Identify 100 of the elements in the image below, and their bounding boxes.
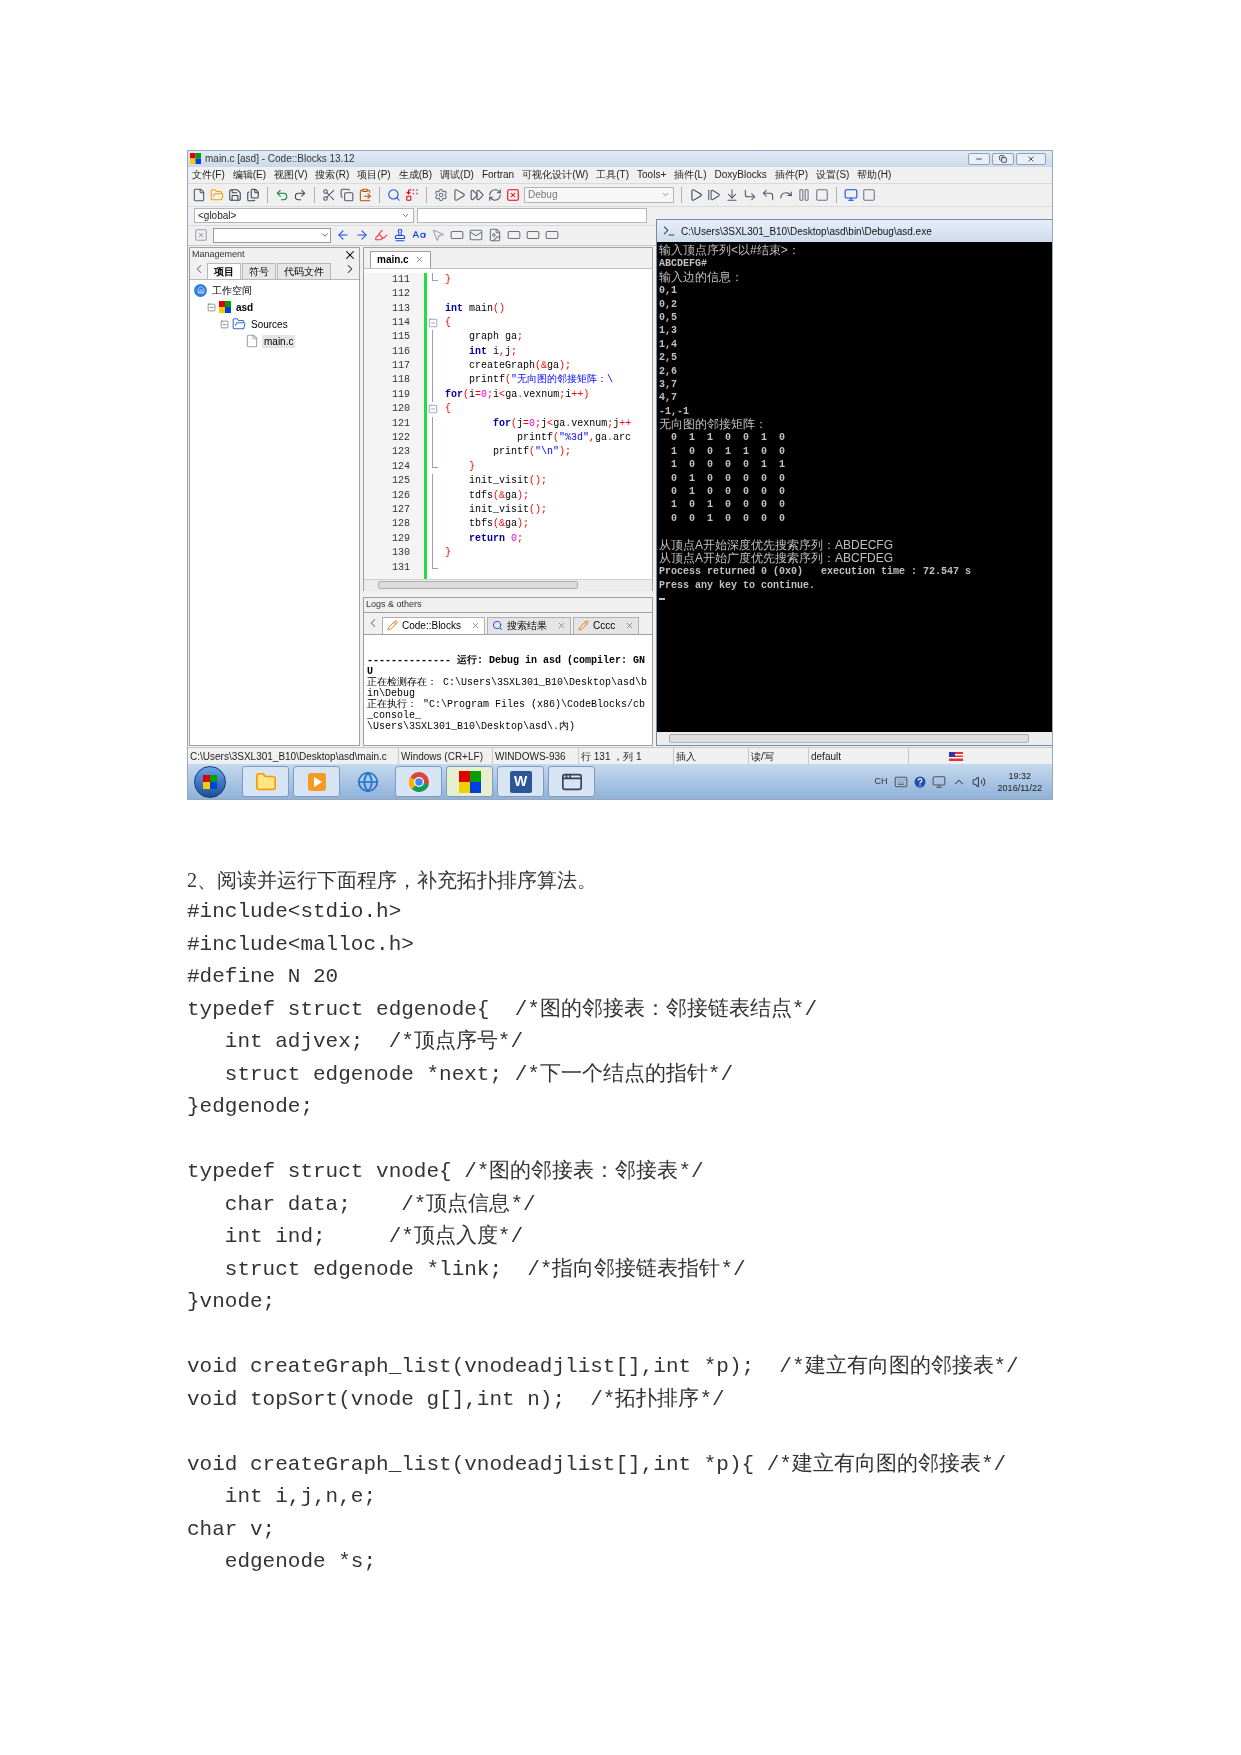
play-icon[interactable] — [689, 187, 703, 202]
log-line: \Users\3SXL301_B10\Desktop\asd\.内) — [367, 720, 577, 732]
search-field[interactable] — [213, 227, 331, 243]
panel-tab[interactable]: 代码文件 — [277, 262, 331, 279]
globe-icon[interactable] — [356, 770, 379, 793]
code-line: return 0; — [468, 531, 524, 546]
pause-icon[interactable] — [797, 187, 811, 202]
play-icon[interactable] — [452, 187, 466, 202]
menu-item[interactable]: 视图(V) — [274, 169, 308, 180]
menu-item[interactable]: 插件(P) — [774, 169, 809, 180]
code-line: tbfs(&ga); — [468, 517, 530, 532]
menu-item[interactable]: 可视化设计(W) — [522, 169, 589, 180]
code-line: int i,j,n,e; — [223, 1484, 377, 1510]
console-line: 从顶点A开始深度优先搜索序列：ABDECFG — [659, 538, 893, 552]
taskbar-app[interactable] — [548, 766, 595, 798]
console-line: 0,2 — [659, 297, 677, 311]
collapse-icon[interactable] — [220, 319, 229, 329]
help-icon[interactable] — [913, 775, 926, 788]
keyboard-icon[interactable] — [893, 774, 908, 789]
start-button[interactable] — [194, 765, 226, 798]
console-line: 3,7 — [659, 377, 677, 392]
colored-circle-icon[interactable] — [407, 770, 430, 793]
menu-item[interactable]: 调试(D) — [440, 169, 474, 180]
highlighter-icon[interactable] — [374, 228, 388, 243]
fold-marker-icon[interactable] — [428, 404, 438, 415]
collapse-icon[interactable] — [207, 302, 216, 312]
gear-icon[interactable] — [434, 187, 448, 202]
close-button[interactable] — [1016, 152, 1046, 165]
square-icon[interactable] — [862, 187, 876, 202]
menu-item[interactable]: 帮助(H) — [857, 169, 892, 180]
stamp-icon[interactable] — [393, 228, 407, 243]
panel-title: Logs & others — [366, 598, 422, 612]
menu-item[interactable]: 文件(F) — [192, 169, 225, 180]
horizontal-scrollbar[interactable] — [364, 578, 652, 591]
step-forward-icon[interactable] — [707, 187, 721, 202]
monitor-icon[interactable] — [844, 187, 858, 202]
editor-tab[interactable]: main.c — [370, 250, 431, 268]
flag-icon — [949, 751, 963, 761]
save-icon[interactable] — [228, 187, 242, 202]
tree-item[interactable]: main.c — [262, 334, 296, 348]
log-tab[interactable]: 搜索结果 — [486, 616, 571, 634]
code-line: { — [444, 402, 451, 417]
paste-icon[interactable] — [358, 187, 372, 202]
copy-icon[interactable] — [340, 187, 354, 202]
menu-item[interactable]: 工具(T) — [596, 169, 630, 180]
horizontal-scrollbar[interactable] — [657, 732, 1052, 745]
undo-icon[interactable] — [275, 187, 289, 202]
new-file-icon[interactable] — [192, 187, 206, 202]
clock-date[interactable]: 2016/11/22 — [997, 781, 1042, 794]
menu-item[interactable]: Tools+ — [637, 169, 667, 180]
restore-button[interactable] — [992, 152, 1014, 165]
code-line: void createGraph_list(vnodeadjlist[],int *p){ /*建立有向图的邻接表*/ — [187, 1451, 1007, 1478]
replace-icon[interactable] — [405, 187, 419, 202]
corner-arrow-icon[interactable] — [761, 187, 775, 202]
menu-item[interactable]: 编辑(E) — [232, 169, 267, 180]
envelope-icon[interactable] — [469, 228, 483, 243]
letter-tile-icon[interactable]: W — [509, 770, 532, 793]
menu-item[interactable]: 插件(L) — [674, 169, 707, 180]
tree-item[interactable]: 工作空间 — [210, 283, 254, 297]
menu-item[interactable]: 搜索(R) — [315, 169, 350, 180]
console-line: 输入顶点序列<以#结束>： — [659, 244, 800, 258]
taskbar-app[interactable] — [446, 766, 493, 798]
corner-arrow-icon[interactable] — [743, 187, 757, 202]
status-text: Windows (CR+LF) — [401, 749, 483, 764]
tree-item[interactable]: Sources — [249, 317, 290, 331]
stop-icon[interactable] — [815, 187, 829, 202]
fold-marker-icon[interactable] — [428, 318, 438, 329]
home-icon — [194, 283, 207, 297]
pointer-icon[interactable] — [431, 228, 445, 243]
language-indicator[interactable]: CH — [874, 774, 888, 789]
save-all-icon[interactable] — [246, 187, 260, 202]
log-tab[interactable]: Cccc — [572, 616, 640, 634]
tree-item[interactable]: asd — [234, 300, 256, 314]
clock-time[interactable]: 19:32 — [1008, 769, 1032, 782]
minimize-button[interactable] — [968, 152, 990, 165]
search-icon[interactable] — [387, 187, 401, 202]
menu-item[interactable]: DoxyBlocks — [714, 169, 767, 180]
line-number: 115 — [364, 330, 424, 345]
panel-tab[interactable]: 符号 — [242, 262, 276, 279]
network-icon[interactable] — [931, 774, 946, 789]
search-icon — [491, 620, 503, 632]
build-target-dropdown[interactable]: Debug — [524, 186, 674, 203]
menu-item[interactable]: 项目(P) — [357, 169, 391, 180]
menu-item[interactable]: Fortran — [481, 169, 515, 180]
panel-tab[interactable]: 项目 — [207, 262, 241, 279]
menu-item[interactable]: 生成(B) — [398, 169, 433, 180]
taskbar-app[interactable]: W — [497, 766, 544, 798]
fast-forward-icon[interactable] — [470, 187, 484, 202]
redo-icon[interactable] — [293, 187, 307, 202]
refresh-icon[interactable] — [488, 187, 502, 202]
speaker-icon[interactable] — [971, 774, 986, 789]
image-icon[interactable] — [488, 228, 502, 243]
menu-item[interactable]: 设置(S) — [816, 169, 850, 180]
stop-icon[interactable] — [506, 187, 520, 202]
cut-icon[interactable] — [322, 187, 336, 202]
taskbar-app[interactable] — [395, 766, 442, 798]
log-tab[interactable]: Code::Blocks — [382, 616, 485, 634]
colored-squares-icon — [458, 770, 481, 793]
arrow-down-icon[interactable] — [725, 187, 739, 202]
scope-dropdown[interactable]: <global> — [194, 208, 414, 224]
